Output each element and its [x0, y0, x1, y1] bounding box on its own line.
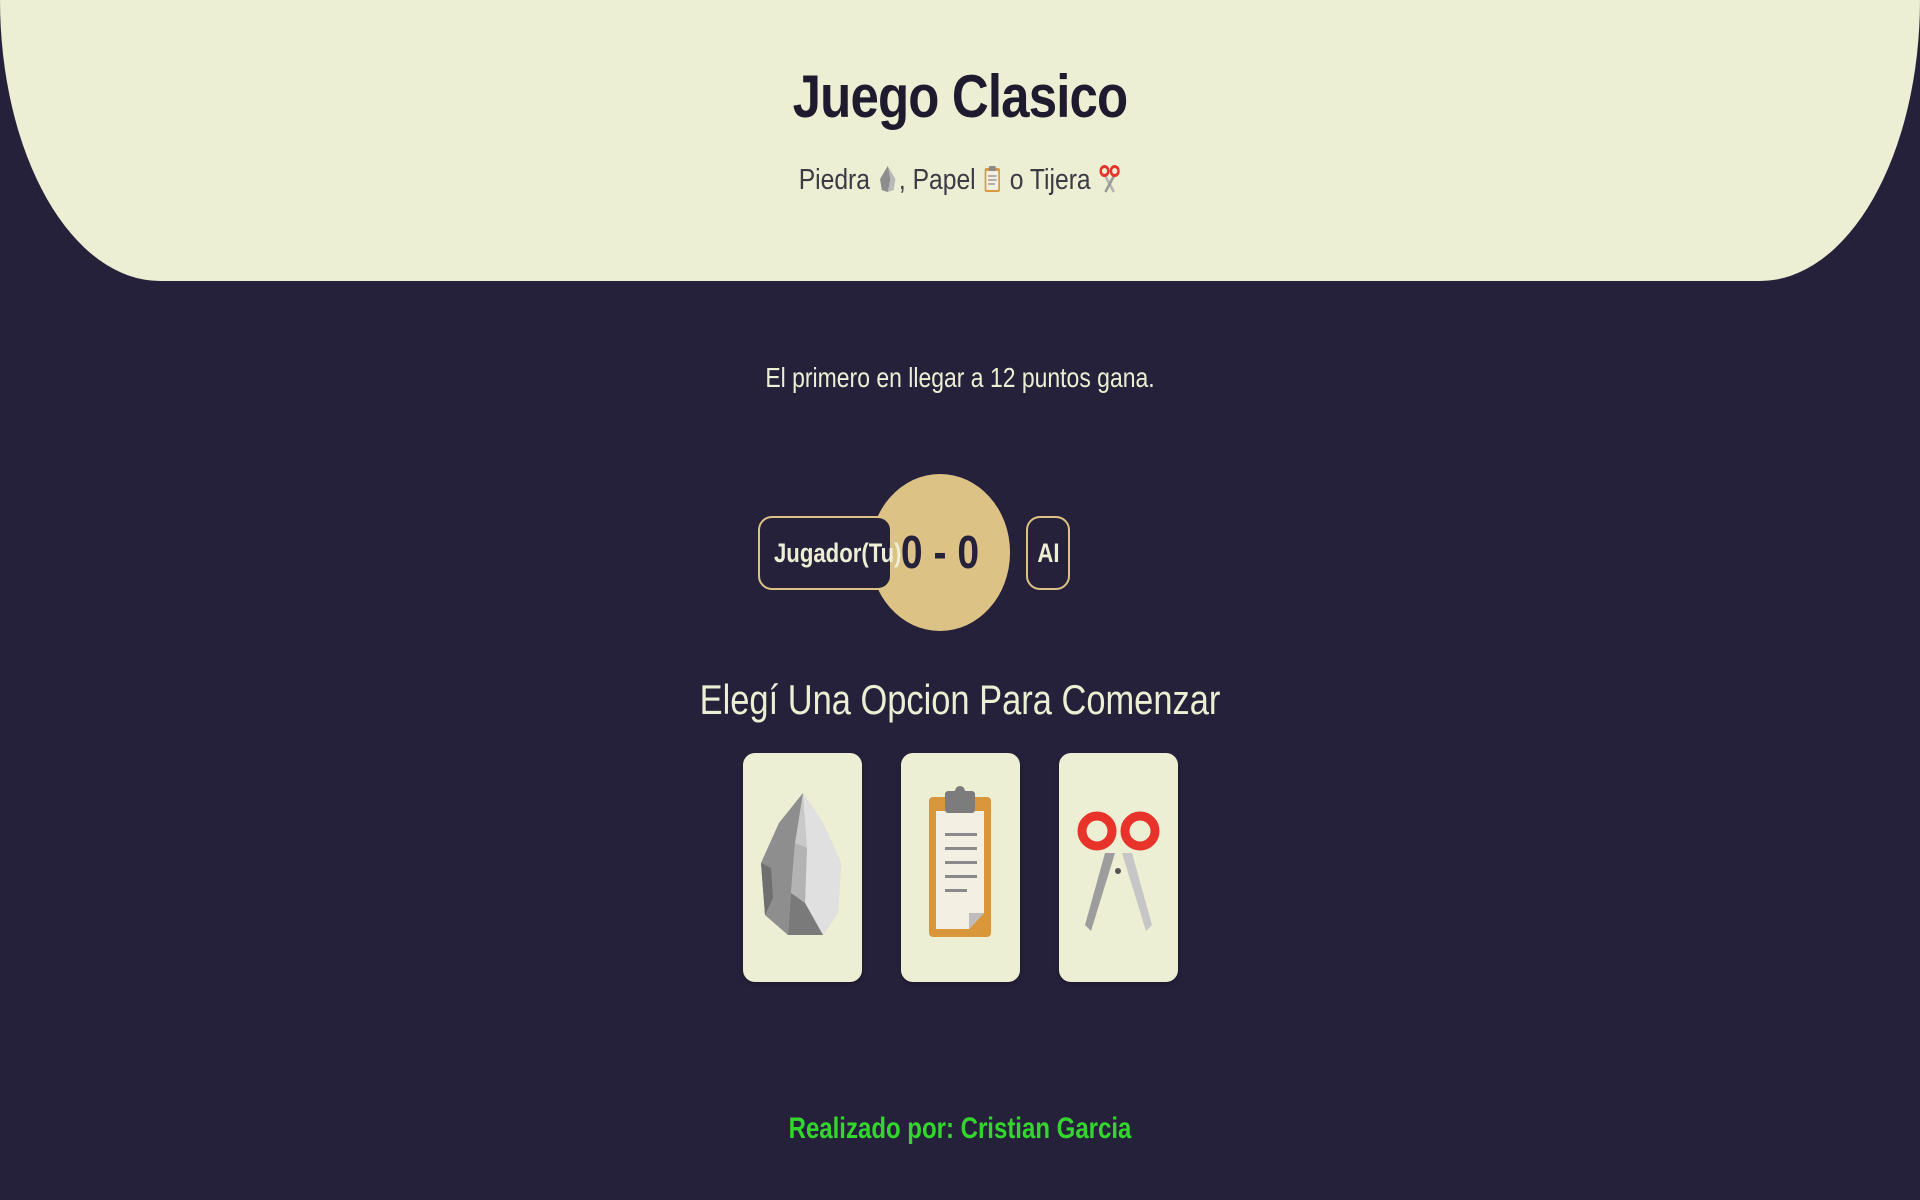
paper-option-button[interactable] — [901, 753, 1020, 982]
author-credit: Realizado por: Cristian Garcia — [788, 1112, 1132, 1145]
clipboard-paper-icon — [984, 165, 1001, 201]
ai-label-box: AI — [1026, 516, 1070, 590]
subtitle-rock-word: Piedra — [798, 164, 870, 196]
choose-option-prompt: Elegí Una Opcion Para Comenzar — [699, 676, 1221, 723]
header-panel: Juego Clasico Piedra , Papel o Tijera — [0, 0, 1920, 281]
player-label-box: Jugador(Tu) — [758, 516, 901, 590]
subtitle-paper-word: Papel — [912, 164, 976, 196]
scissors-option-button[interactable] — [1059, 753, 1178, 982]
rock-icon — [761, 793, 841, 935]
scissors-icon — [1077, 811, 1160, 931]
rock-icon — [879, 165, 898, 201]
ai-label: AI — [1036, 538, 1060, 568]
page-title: Juego Clasico — [792, 63, 1129, 130]
game-page: Juego Clasico Piedra , Papel o Tijera El… — [0, 0, 1920, 1200]
subtitle-scissors-word: Tijera — [1029, 164, 1091, 196]
rules-text: El primero en llegar a 12 puntos gana. — [765, 362, 1155, 393]
scoreboard: 0 - 0 Jugador(Tu) AI — [758, 474, 1070, 631]
player-label: Jugador(Tu) — [773, 538, 902, 568]
subtitle-connector: o — [1009, 164, 1024, 196]
page-subtitle: Piedra , Papel o Tijera — [144, 164, 1776, 201]
rock-option-button[interactable] — [743, 753, 862, 982]
clipboard-paper-icon — [929, 786, 991, 937]
scissors-icon — [1099, 165, 1120, 201]
